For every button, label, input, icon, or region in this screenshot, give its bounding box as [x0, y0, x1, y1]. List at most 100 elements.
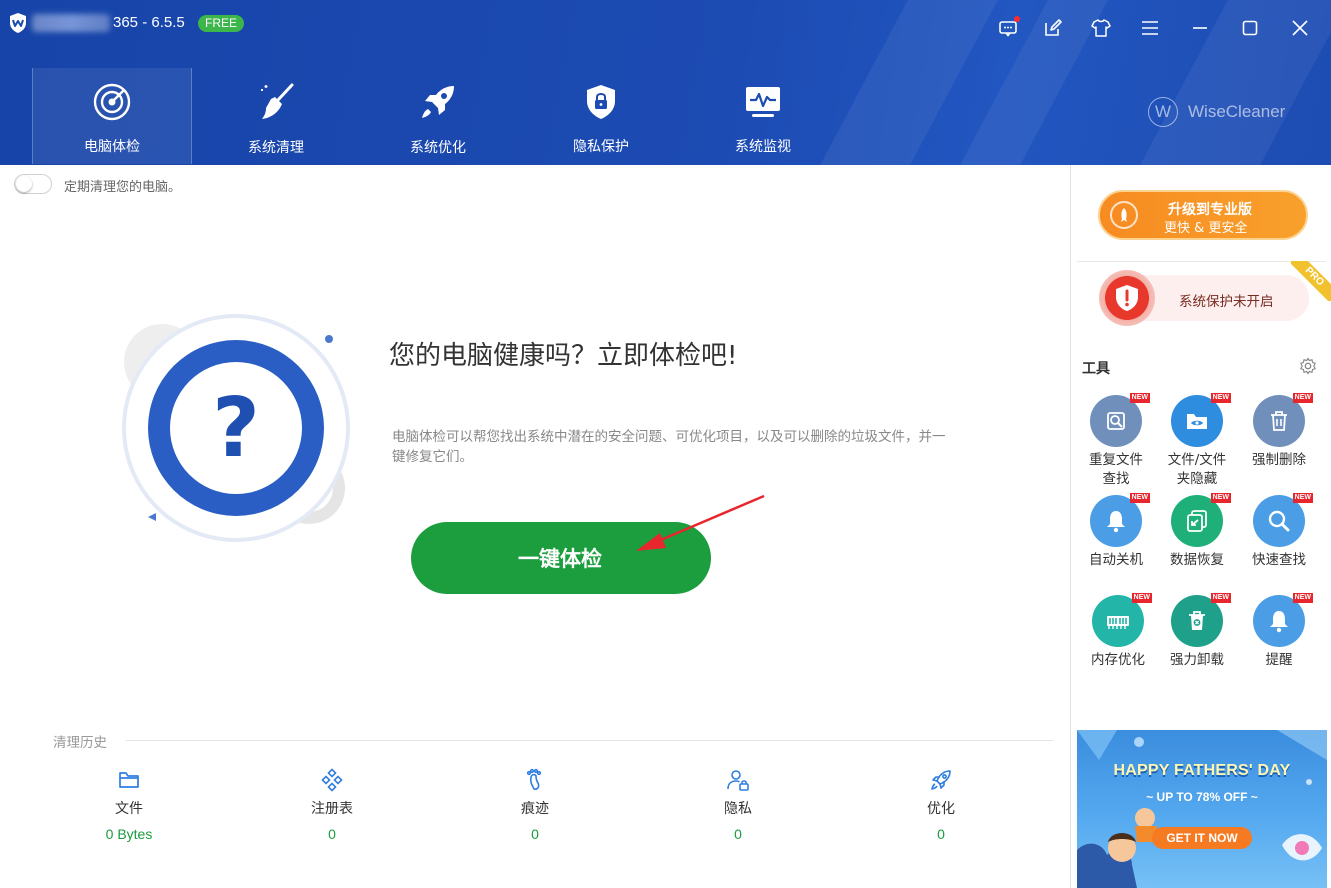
new-badge: NEW: [1292, 593, 1313, 603]
tool-label: 强制删除: [1252, 452, 1306, 468]
new-badge: NEW: [1129, 493, 1150, 503]
tool-label: 提醒: [1265, 652, 1293, 668]
tool-duplicate-finder[interactable]: NEW 重复文件 查找: [1077, 393, 1155, 489]
red-arrow-annotation: [636, 494, 765, 551]
hero-title: 您的电脑健康吗？立即体检吧!: [389, 341, 738, 371]
history-value: 0: [937, 826, 945, 842]
app-version: 365 - 6.5.5: [113, 14, 185, 31]
messages-button[interactable]: [994, 14, 1022, 42]
tab-label: 隐私保护: [573, 139, 629, 155]
edit-icon: [1045, 19, 1062, 36]
history-name: 注册表: [311, 801, 353, 817]
uninstall-icon: NEW: [1171, 593, 1231, 647]
title-bar[interactable]: 365 - 6.5.5 FREE: [0, 0, 1331, 52]
tab-label: 系统优化: [410, 140, 466, 156]
new-badge: NEW: [1210, 593, 1231, 603]
user-lock-icon: [727, 770, 749, 791]
skin-button[interactable]: [1087, 14, 1115, 42]
tool-reminder[interactable]: NEW 提醒: [1240, 593, 1318, 670]
gear-icon[interactable]: [1299, 357, 1317, 375]
tool-force-uninstall[interactable]: NEW 强力卸载: [1158, 593, 1236, 670]
history-value: 0: [328, 826, 336, 842]
new-badge: NEW: [1292, 493, 1313, 503]
tab-label: 电脑体检: [84, 139, 140, 155]
free-badge: FREE: [198, 15, 245, 32]
minimize-icon: [1193, 27, 1207, 29]
header: 365 - 6.5.5 FREE 电脑体检 系统清理 系统优化 隐私保护 系统监…: [0, 0, 1331, 165]
tool-label: 数据恢复: [1170, 552, 1224, 568]
app-name-blurred: [32, 14, 110, 32]
tool-label: 文件/文件 夹隐藏: [1167, 452, 1227, 487]
close-button[interactable]: [1286, 14, 1314, 42]
tool-force-delete[interactable]: NEW 强制删除: [1240, 393, 1318, 470]
tool-label: 强力卸载: [1170, 652, 1224, 668]
search-icon: NEW: [1253, 493, 1313, 547]
scan-button-label: 一键体检: [518, 547, 602, 571]
footprint-icon: [526, 768, 542, 790]
side-panel: 升级到专业版 更快 & 更安全 PRO 系统保护未开启 工具 NEW 重复文件 …: [1070, 165, 1331, 888]
upgrade-title: 升级到专业版: [1168, 202, 1252, 218]
new-badge: NEW: [1129, 393, 1150, 403]
tool-auto-shutdown[interactable]: NEW 自动关机: [1077, 493, 1155, 570]
tool-label: 快速查找: [1252, 552, 1306, 568]
history-value: 0: [734, 826, 742, 842]
history-files: 文件 0 Bytes: [69, 768, 189, 842]
tool-data-recovery[interactable]: NEW 数据恢复: [1158, 493, 1236, 570]
tab-computer-checkup[interactable]: 电脑体检: [32, 68, 192, 164]
bell-icon: NEW: [1090, 493, 1150, 547]
main-panel: 定期清理您的电脑。 ? 您的电脑健康吗？立即体检吧! 电脑体检可以帮您找出系统中…: [4, 165, 1070, 888]
hamburger-icon: [1142, 21, 1158, 35]
tab-system-optimize[interactable]: 系统优化: [358, 68, 518, 164]
recover-icon: NEW: [1171, 493, 1231, 547]
app-window: 365 - 6.5.5 FREE 电脑体检 系统清理 系统优化 隐私保护 系统监…: [0, 0, 1331, 888]
tool-hide-folder[interactable]: NEW 文件/文件 夹隐藏: [1158, 393, 1236, 489]
notification-dot: [1014, 16, 1020, 22]
health-question-illustration: ?: [122, 314, 350, 542]
history-optimize: 优化 0: [881, 768, 1001, 842]
tab-label: 系统清理: [248, 140, 304, 156]
wisecleaner-brand: W WiseCleaner: [1148, 97, 1285, 127]
minimize-button[interactable]: [1186, 14, 1214, 42]
history-name: 优化: [927, 801, 955, 817]
history-value: 0: [531, 826, 539, 842]
tool-label: 自动关机: [1089, 552, 1143, 568]
maximize-button[interactable]: [1236, 14, 1264, 42]
folder-icon: [119, 772, 139, 788]
tab-system-monitor[interactable]: 系统监视: [683, 68, 843, 164]
tab-label: 系统监视: [735, 139, 791, 155]
auto-clean-label: 定期清理您的电脑。: [64, 180, 182, 195]
rocket-icon: [931, 770, 951, 790]
fathers-day-ad-banner[interactable]: HAPPY FATHERS' DAY ~ UP TO 78% OFF ~ GET…: [1077, 730, 1327, 888]
registry-icon: [321, 768, 343, 792]
new-badge: NEW: [1210, 493, 1231, 503]
bell-icon: NEW: [1253, 593, 1313, 647]
tool-memory-optimize[interactable]: NEW 内存优化: [1079, 593, 1157, 670]
tab-system-clean[interactable]: 系统清理: [196, 68, 356, 164]
auto-clean-toggle[interactable]: [14, 174, 52, 194]
tab-privacy-protect[interactable]: 隐私保护: [521, 68, 681, 164]
ad-get-it-now-button[interactable]: GET IT NOW: [1152, 827, 1252, 849]
upgrade-subtitle: 更快 & 更安全: [1164, 221, 1248, 236]
history-divider: [126, 740, 1053, 741]
monitor-icon: [746, 87, 780, 117]
ad-title: HAPPY FATHERS' DAY: [1113, 762, 1291, 779]
history-privacy: 隐私 0: [678, 768, 798, 842]
hide-folder-icon: NEW: [1171, 393, 1231, 447]
duplicate-file-icon: NEW: [1090, 393, 1150, 447]
system-protection-status[interactable]: 系统保护未开启: [1099, 270, 1309, 326]
toggle-knob: [16, 176, 32, 192]
tool-label: 内存优化: [1091, 652, 1145, 668]
tool-quick-search[interactable]: NEW 快速查找: [1240, 493, 1318, 570]
memory-icon: NEW: [1092, 593, 1152, 647]
feedback-button[interactable]: [1039, 14, 1067, 42]
menu-button[interactable]: [1136, 14, 1164, 42]
close-icon: [1292, 20, 1308, 36]
tools-title: 工具: [1082, 361, 1110, 377]
upgrade-pro-button[interactable]: 升级到专业版 更快 & 更安全: [1098, 190, 1308, 240]
ad-subtitle: ~ UP TO 78% OFF ~: [1146, 790, 1258, 804]
protection-status-text: 系统保护未开启: [1179, 294, 1274, 310]
tshirt-icon: [1091, 19, 1111, 37]
shield-lock-icon: [587, 85, 615, 119]
history-title: 清理历史: [53, 735, 107, 751]
new-badge: NEW: [1131, 593, 1152, 603]
